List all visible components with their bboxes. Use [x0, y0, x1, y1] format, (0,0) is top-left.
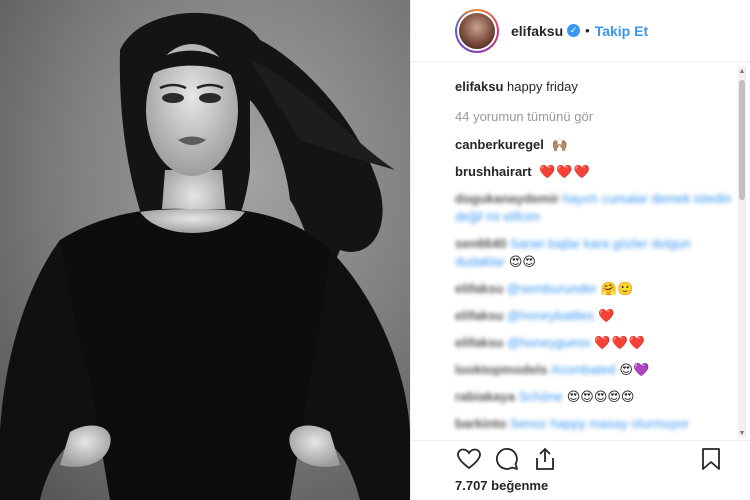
comment-username[interactable]: dogukanaydemir: [455, 191, 559, 206]
comment-text: @honeybattles: [507, 308, 594, 323]
comment-emoji: 😍💜: [619, 362, 650, 377]
heart-icon[interactable]: [455, 445, 483, 473]
post-caption: elifaksu happy friday: [455, 78, 733, 96]
scroll-up-arrow-icon[interactable]: ▲: [738, 66, 746, 76]
scrollbar-thumb[interactable]: [739, 80, 745, 200]
bookmark-icon[interactable]: [697, 445, 725, 473]
comment-item: elifaksu @honeybattles ❤️: [455, 307, 733, 325]
comment-item: looktopmodels #combated 😍💜: [455, 361, 733, 379]
share-icon[interactable]: [531, 445, 559, 473]
comment-username[interactable]: brushhairart: [455, 164, 532, 179]
comments-scrollbar[interactable]: ▲ ▼: [738, 66, 746, 438]
comment-emoji: 🤗🙂: [600, 281, 634, 296]
portrait-illustration: [0, 0, 410, 500]
comment-item: sen6640 Saran bajlar kara gözler dolgun …: [455, 235, 733, 271]
comment-emoji: ❤️: [597, 308, 616, 323]
comment-item: canberkuregel 🙌🏽: [455, 136, 733, 154]
view-all-comments-link[interactable]: 44 yorumun tümünü gör: [455, 108, 733, 126]
comment-username[interactable]: elifaksu: [455, 281, 503, 296]
comment-username[interactable]: elifaksu: [455, 308, 503, 323]
comment-icon[interactable]: [493, 445, 521, 473]
avatar-image: [457, 10, 497, 51]
comment-username[interactable]: sen6640: [455, 236, 506, 251]
comment-text: Schöne: [518, 389, 563, 404]
header-separator: •: [585, 23, 590, 38]
caption-text: happy friday: [507, 79, 578, 94]
comment-item: elifaksu @semburunder 🤗🙂: [455, 280, 733, 298]
avatar[interactable]: [455, 8, 499, 53]
scroll-down-arrow-icon[interactable]: ▼: [738, 428, 746, 438]
comment-item: elifaksu @honeyguess ❤️❤️❤️: [455, 334, 733, 352]
likes-count[interactable]: 7.707 beğenme: [455, 478, 548, 493]
comment-username[interactable]: barkinto: [455, 416, 506, 431]
comment-emoji: 😍😍: [508, 254, 536, 269]
comment-text: #combated: [551, 362, 616, 377]
follow-button[interactable]: Takip Et: [595, 23, 648, 39]
comment-item: barkinto Senoz happy masay olurmuyor: [455, 415, 733, 433]
comment-rows: canberkuregel 🙌🏽 brushhairart ❤️❤️❤️ doguk…: [455, 136, 733, 438]
post-photo[interactable]: [0, 0, 410, 500]
comment-text: Senoz happy masay olurmuyor: [509, 416, 690, 431]
comment-username[interactable]: elifaksu: [455, 335, 503, 350]
header-username[interactable]: elifaksu: [511, 23, 563, 39]
comments-list[interactable]: elifaksu happy friday 44 yorumun tümünü …: [411, 68, 733, 438]
comment-username[interactable]: looktopmodels: [455, 362, 547, 377]
comment-emoji: 🙌🏽: [551, 137, 568, 152]
comment-emoji: ❤️❤️❤️: [539, 164, 591, 179]
comment-text: @honeyguess: [507, 335, 591, 350]
action-bar: [411, 440, 750, 476]
comment-item: brushhairart ❤️❤️❤️: [455, 163, 733, 181]
verified-badge-icon: ✓: [567, 24, 581, 37]
comment-username[interactable]: rabiakaya: [455, 389, 515, 404]
instagram-post-view: elifaksu ✓ • Takip Et elifaksu happy fri…: [0, 0, 750, 500]
comment-item: dogukanaydemir hayırlı cumalar demek ist…: [455, 190, 733, 226]
comment-emoji: ❤️❤️❤️: [594, 335, 646, 350]
comment-emoji: 😍😍😍😍😍: [566, 389, 635, 404]
post-header: elifaksu ✓ • Takip Et: [411, 0, 750, 62]
post-side-panel: elifaksu ✓ • Takip Et elifaksu happy fri…: [410, 0, 750, 500]
comment-text: @semburunder: [507, 281, 597, 296]
comment-username[interactable]: canberkuregel: [455, 137, 544, 152]
comment-item: rabiakaya Schöne 😍😍😍😍😍: [455, 388, 733, 406]
caption-username[interactable]: elifaksu: [455, 79, 503, 94]
